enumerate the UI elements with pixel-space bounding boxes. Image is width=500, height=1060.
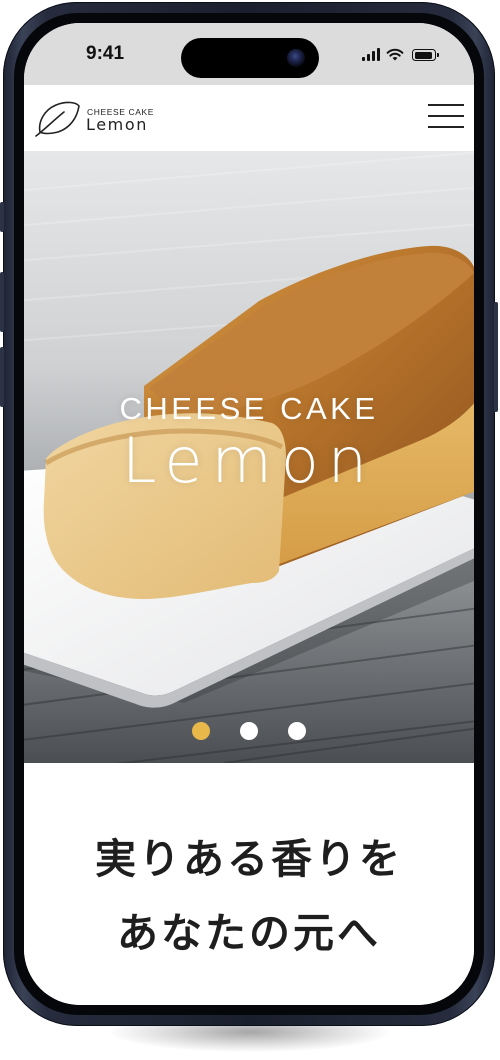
carousel-dots	[24, 722, 474, 742]
site-header: CHEESE CAKE Lemon	[24, 85, 474, 151]
action-button	[0, 202, 4, 232]
battery-icon	[412, 49, 439, 61]
volume-down-button	[0, 347, 4, 407]
tagline-line-1: 実りある香りを	[95, 835, 403, 883]
site-logo[interactable]: CHEESE CAKE Lemon	[34, 95, 164, 139]
status-time: 9:41	[86, 43, 125, 64]
carousel-dot-1[interactable]	[192, 722, 210, 740]
logo-text-bottom: Lemon	[86, 115, 148, 134]
hero-title: CHEESE CAKE Lemon	[24, 393, 474, 492]
volume-up-button	[0, 272, 4, 332]
power-button	[494, 302, 498, 412]
hero-title-bottom: Lemon	[121, 424, 377, 497]
carousel-dot-3[interactable]	[288, 722, 306, 740]
signal-icon	[362, 48, 380, 61]
dynamic-island	[181, 38, 319, 78]
tagline-section: 実りある香りを あなたの元へ	[24, 763, 474, 1005]
lemon-logo-icon	[35, 101, 80, 137]
front-camera	[287, 49, 305, 67]
mockup-stage: 9:41 CHEESE CAKE Lemon CHEESE CAKE Lemon…	[0, 0, 500, 1060]
status-bar: 9:41	[24, 23, 474, 85]
carousel-dot-2[interactable]	[240, 722, 258, 740]
status-icons	[362, 45, 439, 61]
wifi-icon	[386, 48, 404, 61]
phone-screen: 9:41 CHEESE CAKE Lemon CHEESE CAKE Lemon…	[24, 23, 474, 1005]
hero-slider[interactable]: CHEESE CAKE Lemon	[24, 151, 474, 763]
hamburger-menu-icon[interactable]	[428, 102, 464, 130]
tagline-line-2: あなたの元へ	[117, 909, 381, 957]
hero-title-top: CHEESE CAKE	[119, 391, 379, 426]
